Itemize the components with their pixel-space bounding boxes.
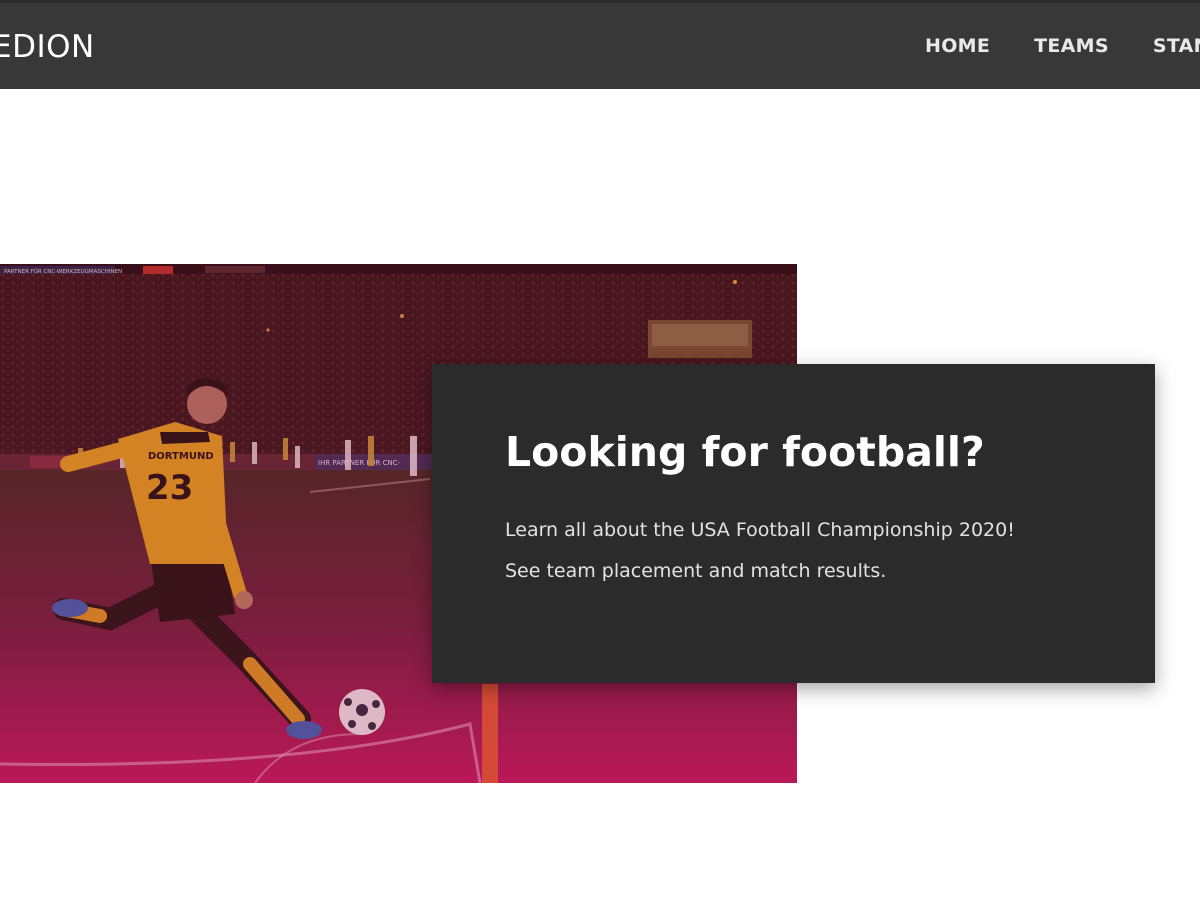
card-description: Learn all about the USA Football Champio…	[505, 510, 1015, 592]
nav-link-home[interactable]: HOME	[925, 35, 990, 57]
info-card: Looking for football? Learn all about th…	[432, 364, 1155, 683]
top-navigation-bar: EDION HOME TEAMS STAN	[0, 0, 1200, 89]
card-description-line-1: Learn all about the USA Football Champio…	[505, 519, 1015, 541]
nav-link-teams[interactable]: TEAMS	[1034, 35, 1109, 57]
card-title: Looking for football?	[505, 428, 985, 476]
main-nav: HOME TEAMS STAN	[925, 35, 1200, 57]
page: EDION HOME TEAMS STAN	[0, 0, 1200, 900]
brand-logo-link[interactable]: EDION	[0, 29, 95, 65]
card-description-line-2: See team placement and match results.	[505, 560, 887, 582]
nav-link-standings[interactable]: STAN	[1153, 35, 1200, 57]
